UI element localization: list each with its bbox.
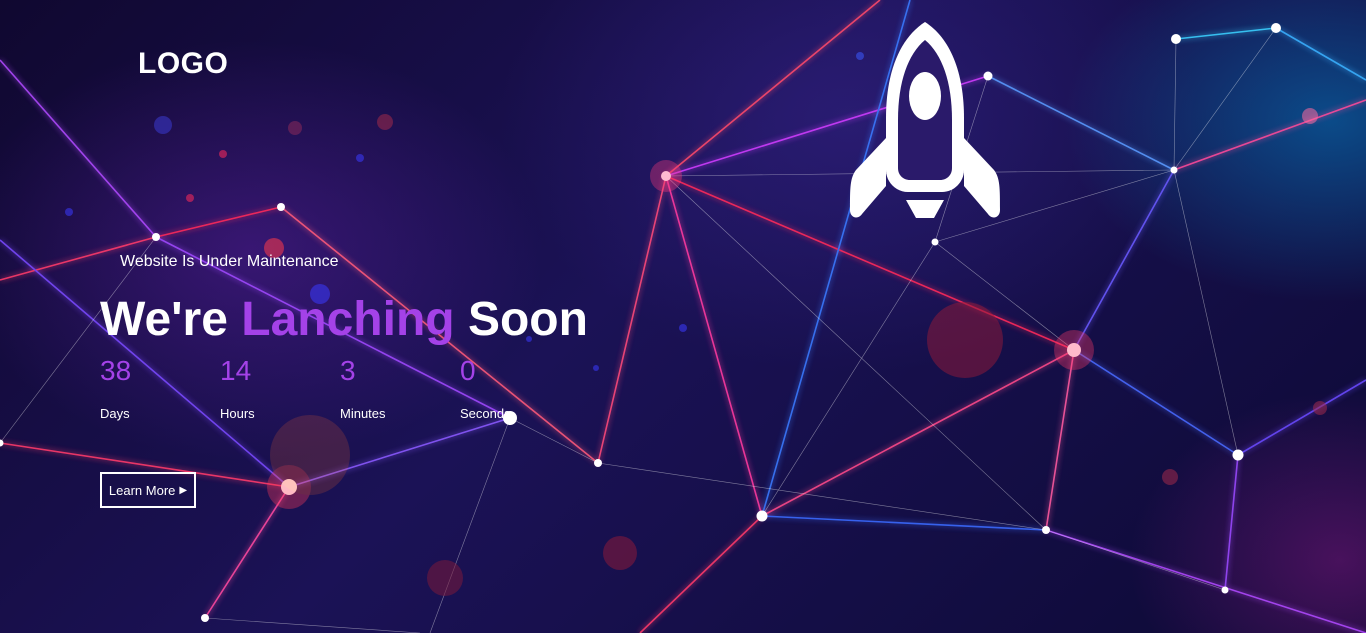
countdown-seconds: 0 Seconds xyxy=(460,354,570,421)
maintenance-tagline: Website Is Under Maintenance xyxy=(120,253,339,270)
countdown-timer: 38 Days 14 Hours 3 Minutes 0 Seconds xyxy=(100,354,580,434)
countdown-minutes-label: Minutes xyxy=(340,406,386,421)
page-title: We're Lanching Soon xyxy=(100,292,588,348)
countdown-hours-label: Hours xyxy=(220,406,255,421)
countdown-days-label: Days xyxy=(100,406,130,421)
countdown-days: 38 Days xyxy=(100,354,210,421)
countdown-hours-value: 14 xyxy=(220,355,252,386)
landing-page: LOGO Website Is Under Maintenance We're … xyxy=(0,0,1366,633)
headline-part-1: We're xyxy=(100,293,228,346)
countdown-hours: 14 Hours xyxy=(220,354,330,421)
countdown-minutes: 3 Minutes xyxy=(340,354,450,421)
countdown-seconds-value: 0 xyxy=(460,355,476,386)
headline-part-2: Soon xyxy=(467,293,588,346)
learn-more-button[interactable]: Learn More ▶ xyxy=(100,472,196,508)
rocket-icon xyxy=(850,22,1000,218)
learn-more-label: Learn More xyxy=(108,482,176,498)
countdown-minutes-value: 3 xyxy=(340,355,356,386)
site-logo[interactable]: LOGO xyxy=(138,47,228,81)
countdown-days-value: 38 xyxy=(100,355,132,386)
countdown-seconds-label: Seconds xyxy=(460,406,511,421)
headline-accent: Lanching xyxy=(241,293,455,346)
play-triangle-icon: ▶ xyxy=(179,484,188,496)
